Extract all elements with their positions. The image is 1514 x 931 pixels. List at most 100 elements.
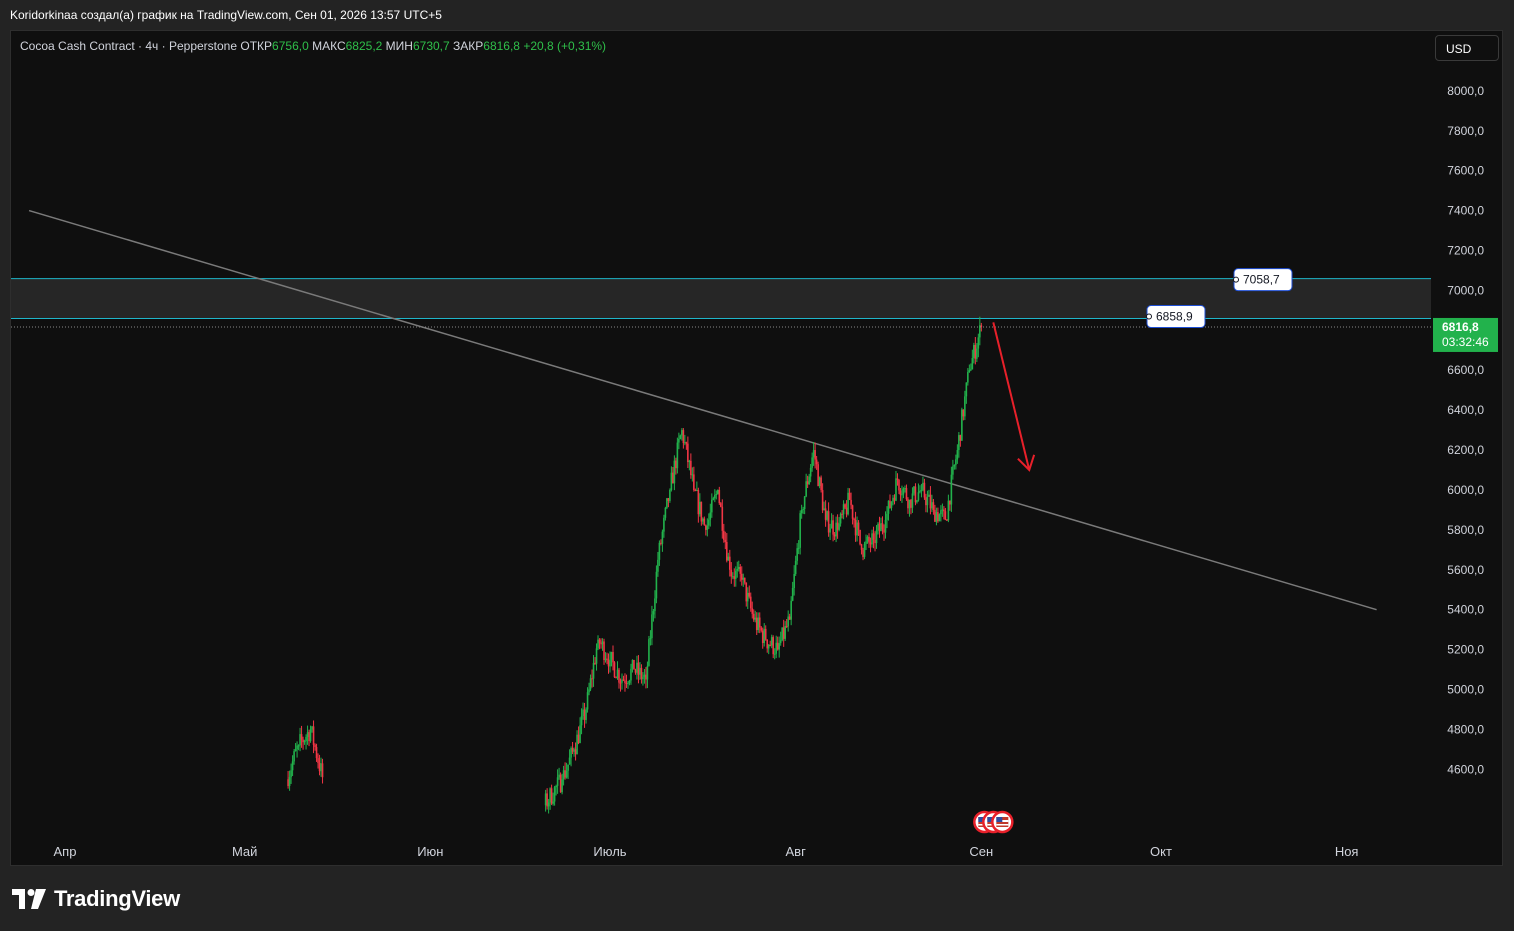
candle-body bbox=[293, 751, 295, 762]
candle-body bbox=[624, 680, 626, 683]
candle-body bbox=[603, 641, 605, 660]
candle-body bbox=[754, 617, 757, 620]
candle-body bbox=[742, 577, 745, 580]
candle-body bbox=[564, 770, 566, 778]
candle-body bbox=[684, 442, 686, 444]
y-tick-label: 6000,0 bbox=[1447, 483, 1484, 497]
candle-body bbox=[863, 543, 866, 557]
y-tick-label: 6400,0 bbox=[1447, 403, 1484, 417]
candle-body bbox=[776, 642, 779, 650]
candle-body bbox=[745, 582, 748, 602]
candle-body bbox=[607, 660, 610, 667]
candle-body bbox=[962, 409, 965, 417]
candle-body bbox=[631, 659, 634, 669]
y-tick-label: 5200,0 bbox=[1447, 643, 1484, 657]
candle-body bbox=[309, 729, 312, 742]
candle-body bbox=[919, 490, 921, 493]
candle-body bbox=[664, 507, 667, 518]
candle-body bbox=[932, 502, 935, 510]
candle-body bbox=[740, 573, 743, 580]
candle-body bbox=[724, 539, 727, 542]
candle-body bbox=[874, 539, 876, 544]
candle-body bbox=[612, 651, 614, 663]
candle-body bbox=[775, 642, 778, 654]
candle-body bbox=[306, 732, 309, 737]
y-tick-label: 6600,0 bbox=[1447, 363, 1484, 377]
tradingview-logo[interactable]: TradingView bbox=[12, 886, 180, 912]
last-price-value: 6816,8 bbox=[1442, 320, 1479, 334]
candle-body bbox=[875, 530, 878, 544]
candle-body bbox=[636, 662, 638, 673]
candle-body bbox=[690, 460, 692, 475]
candle-body bbox=[907, 499, 909, 509]
candle-body bbox=[935, 512, 938, 522]
candle-body bbox=[790, 600, 792, 620]
candle-body bbox=[670, 472, 673, 490]
candle-body bbox=[859, 529, 861, 545]
candle-body bbox=[666, 498, 668, 508]
candle-body bbox=[558, 774, 560, 778]
candle-body bbox=[547, 802, 550, 807]
candle-body bbox=[730, 569, 733, 577]
candle-body bbox=[799, 513, 801, 548]
x-tick-label: Сен bbox=[969, 844, 993, 859]
candles-group bbox=[287, 316, 983, 814]
candle-body bbox=[714, 494, 716, 499]
x-tick-label: Ноя bbox=[1335, 844, 1359, 859]
y-tick-label: 7800,0 bbox=[1447, 124, 1484, 138]
candle-body bbox=[628, 680, 631, 683]
candle-body bbox=[779, 640, 782, 644]
candle-body bbox=[673, 460, 676, 484]
candle-body bbox=[974, 345, 977, 359]
candle-body bbox=[958, 435, 960, 451]
candle-body bbox=[832, 520, 834, 535]
candle-body bbox=[320, 763, 322, 772]
candle-body bbox=[850, 499, 852, 506]
candle-body bbox=[562, 770, 565, 780]
candle-body bbox=[669, 489, 671, 501]
candle-body bbox=[658, 542, 661, 560]
candle-body bbox=[577, 734, 580, 743]
candle-body bbox=[947, 500, 950, 521]
candle-body bbox=[952, 466, 954, 475]
candle-body bbox=[672, 472, 674, 484]
candle-body bbox=[800, 509, 803, 514]
candle-body bbox=[718, 489, 721, 504]
candle-body bbox=[922, 482, 924, 490]
candle-body bbox=[630, 668, 632, 681]
candle-body bbox=[842, 504, 845, 515]
candle-body bbox=[866, 536, 869, 542]
candle-body bbox=[693, 474, 695, 490]
candle-body bbox=[749, 596, 752, 609]
candle-body bbox=[755, 617, 758, 631]
candle-body bbox=[955, 459, 957, 465]
candle-body bbox=[767, 644, 770, 649]
candle-body bbox=[598, 639, 601, 644]
candle-body bbox=[760, 627, 763, 631]
candle-body bbox=[763, 628, 766, 644]
candle-body bbox=[848, 492, 851, 500]
candle-body bbox=[977, 337, 980, 349]
candle-body bbox=[640, 667, 643, 680]
candle-body bbox=[781, 627, 783, 641]
candle-body bbox=[787, 616, 789, 627]
y-tick-label: 7600,0 bbox=[1447, 164, 1484, 178]
price-chart-svg[interactable]: 7058,7 6858,9 8000,0 7800,0 7600,0 7400,0 7200… bbox=[0, 0, 1514, 931]
y-tick-label: 4600,0 bbox=[1447, 762, 1484, 776]
candle-body bbox=[802, 509, 804, 511]
candle-body bbox=[956, 450, 959, 460]
candle-body bbox=[691, 474, 694, 476]
candle-body bbox=[616, 669, 619, 679]
candle-body bbox=[733, 576, 736, 579]
candle-body bbox=[895, 478, 897, 501]
candle-body bbox=[660, 542, 662, 544]
candle-body bbox=[291, 761, 294, 771]
candle-body bbox=[862, 549, 864, 557]
candle-body bbox=[910, 499, 912, 508]
x-tick-label: Апр bbox=[54, 844, 77, 859]
candle-body bbox=[746, 592, 749, 602]
candle-body bbox=[613, 662, 616, 678]
candle-body bbox=[705, 525, 707, 530]
candle-body bbox=[574, 749, 577, 755]
candle-body bbox=[288, 777, 291, 787]
